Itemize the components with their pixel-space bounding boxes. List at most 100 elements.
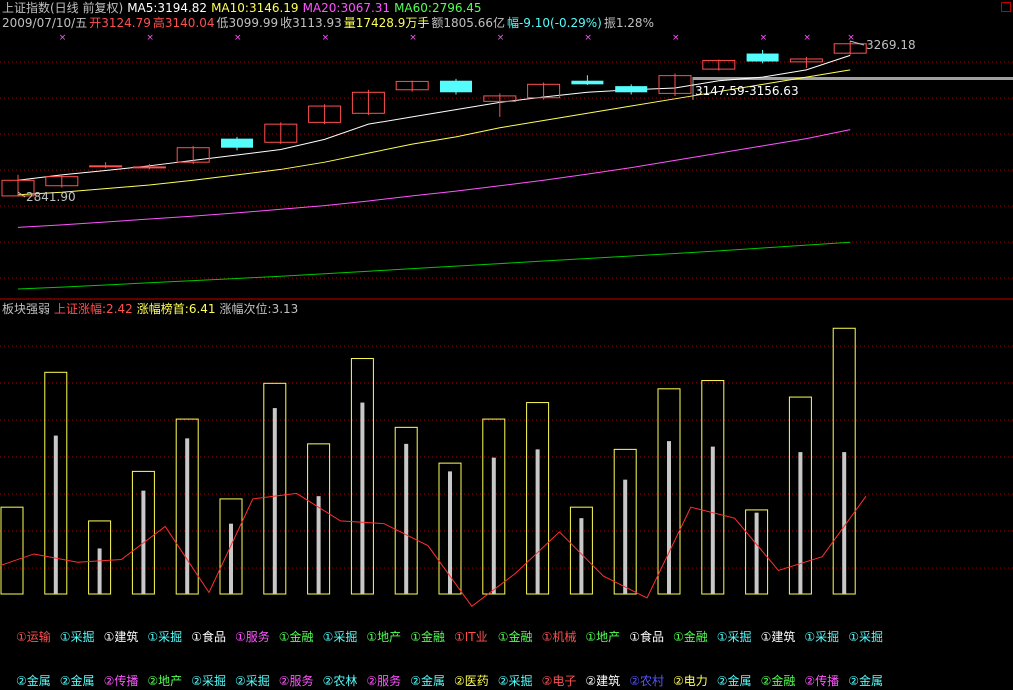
sector-inner-bar: [623, 479, 628, 594]
sector-bar: [657, 388, 681, 595]
sector-label: ①采掘: [848, 630, 883, 644]
sector-bar: [394, 426, 418, 595]
candle-body: [89, 165, 123, 168]
candle-body: [615, 86, 648, 93]
candle-body: [746, 53, 779, 62]
sector-label: ②采掘: [497, 674, 533, 688]
sector-label: ①服务: [235, 630, 270, 644]
sector-label: ②建筑: [585, 674, 621, 688]
sector-inner-bar: [798, 452, 803, 594]
sector-label: ②金属: [16, 674, 51, 688]
sh-gain-value: 上证涨幅:2.42: [54, 302, 133, 316]
marker-x: ×: [59, 33, 67, 43]
sector-bar: [788, 396, 812, 595]
marker-x: ×: [234, 33, 242, 43]
top-gain-value: 涨幅榜首:6.41: [136, 302, 216, 316]
marker-x: ×: [672, 33, 680, 43]
sector-label: ①采掘: [716, 630, 752, 644]
sector-label: ②传播: [103, 674, 139, 688]
sector-label: ①金融: [410, 630, 445, 644]
marker-x: ×: [760, 33, 768, 43]
sector-label: ②金融: [760, 674, 796, 688]
marker-x: ×: [584, 33, 592, 43]
sh-gain-line: [0, 492, 867, 607]
sector-label: ①机械: [541, 630, 577, 644]
sector-bar: [0, 506, 24, 595]
sector-inner-bar: [272, 408, 277, 594]
sector-label: ②服务: [278, 674, 314, 688]
sector-bar: [131, 470, 155, 595]
sector-label: ①采掘: [804, 630, 840, 644]
sector-label: ②医药: [454, 674, 489, 688]
sector-bar: [219, 498, 243, 595]
sector-bar: [482, 418, 506, 595]
candle-body: [132, 166, 166, 169]
sector-label: ①采掘: [59, 630, 95, 644]
sector-label: ②传播: [804, 674, 840, 688]
sector-label: ②金属: [848, 674, 883, 688]
sector-bar: [745, 509, 769, 595]
sector-label: ②采掘: [235, 674, 270, 688]
sector-inner-bar: [53, 435, 58, 594]
marker-x: ×: [322, 33, 330, 43]
candlestick-chart[interactable]: × × × × × × × × × × × 3269.182841.903147.59-3156.63: [0, 0, 1013, 300]
sector-label: ②农林: [322, 674, 358, 688]
sector-inner-bar: [360, 402, 365, 594]
sector-bar: [526, 402, 550, 595]
sector-bar: [44, 371, 68, 595]
sector-bar: [569, 506, 593, 595]
sector-label: ①采掘: [322, 630, 358, 644]
sector-bar: [175, 418, 199, 595]
sector-label: ①运输: [16, 630, 51, 644]
sector-label: ①建筑: [103, 630, 139, 644]
sector-inner-bar: [535, 449, 540, 594]
sector-inner-bar: [229, 523, 233, 594]
ma20-line: [17, 129, 851, 228]
sector-label: ①IT业: [454, 630, 488, 644]
marker-x: ×: [146, 33, 154, 43]
sector-label: ②电力: [673, 674, 708, 688]
sector-inner-bar: [754, 512, 759, 594]
sector-inner-bar: [141, 490, 146, 594]
candle-body: [440, 80, 472, 93]
sector-label: ①建筑: [760, 630, 796, 644]
sector-label: ①金融: [278, 630, 314, 644]
sector-label: ②电子: [541, 674, 577, 688]
sector-label: ②金属: [716, 674, 752, 688]
marker-x: ×: [803, 33, 811, 43]
sector-inner-bar: [97, 548, 102, 594]
sector-label: ①地产: [366, 630, 402, 644]
sector-inner-bar: [185, 438, 190, 594]
sector-bar: [88, 520, 112, 595]
sector-label: ①地产: [585, 630, 621, 644]
sector-label: ①食品: [191, 630, 226, 644]
sector-label: ②地产: [147, 674, 183, 688]
marker-x: ×: [409, 33, 417, 43]
candle-body: [221, 138, 253, 148]
sector-inner-bar: [710, 446, 715, 594]
high-pointer: [849, 40, 865, 46]
sector-label: ①食品: [629, 630, 664, 644]
range-label: 3147.59-3156.63: [695, 84, 799, 98]
ma5-line: [17, 54, 851, 181]
sector-bar: [307, 443, 331, 595]
sector-label: ②金属: [59, 674, 95, 688]
sector-label: ②采掘: [191, 674, 226, 688]
candle-body: [571, 80, 604, 85]
sector-bar: [701, 380, 725, 595]
sector-inner-bar: [842, 452, 847, 594]
sector-label: ②农村: [629, 674, 664, 688]
sector-bar: [438, 462, 462, 595]
sector-label: ①金融: [497, 630, 533, 644]
sector-inner-bar: [667, 441, 671, 594]
panel2-title: 板块强弱: [2, 302, 51, 316]
second-gain-value: 涨幅次位:3.13: [219, 302, 299, 316]
sector-bar: [832, 327, 856, 595]
panel2-header: 板块强弱 上证涨幅:2.42 涨幅榜首:6.41 涨幅次位:3.13: [2, 302, 302, 316]
sector-inner-bar: [316, 496, 321, 594]
marker-x: ×: [497, 33, 505, 43]
sector-inner-bar: [579, 518, 584, 594]
sector-label: ②服务: [366, 674, 402, 688]
high-label: 3269.18: [866, 38, 916, 52]
sector-bar: [263, 382, 287, 595]
